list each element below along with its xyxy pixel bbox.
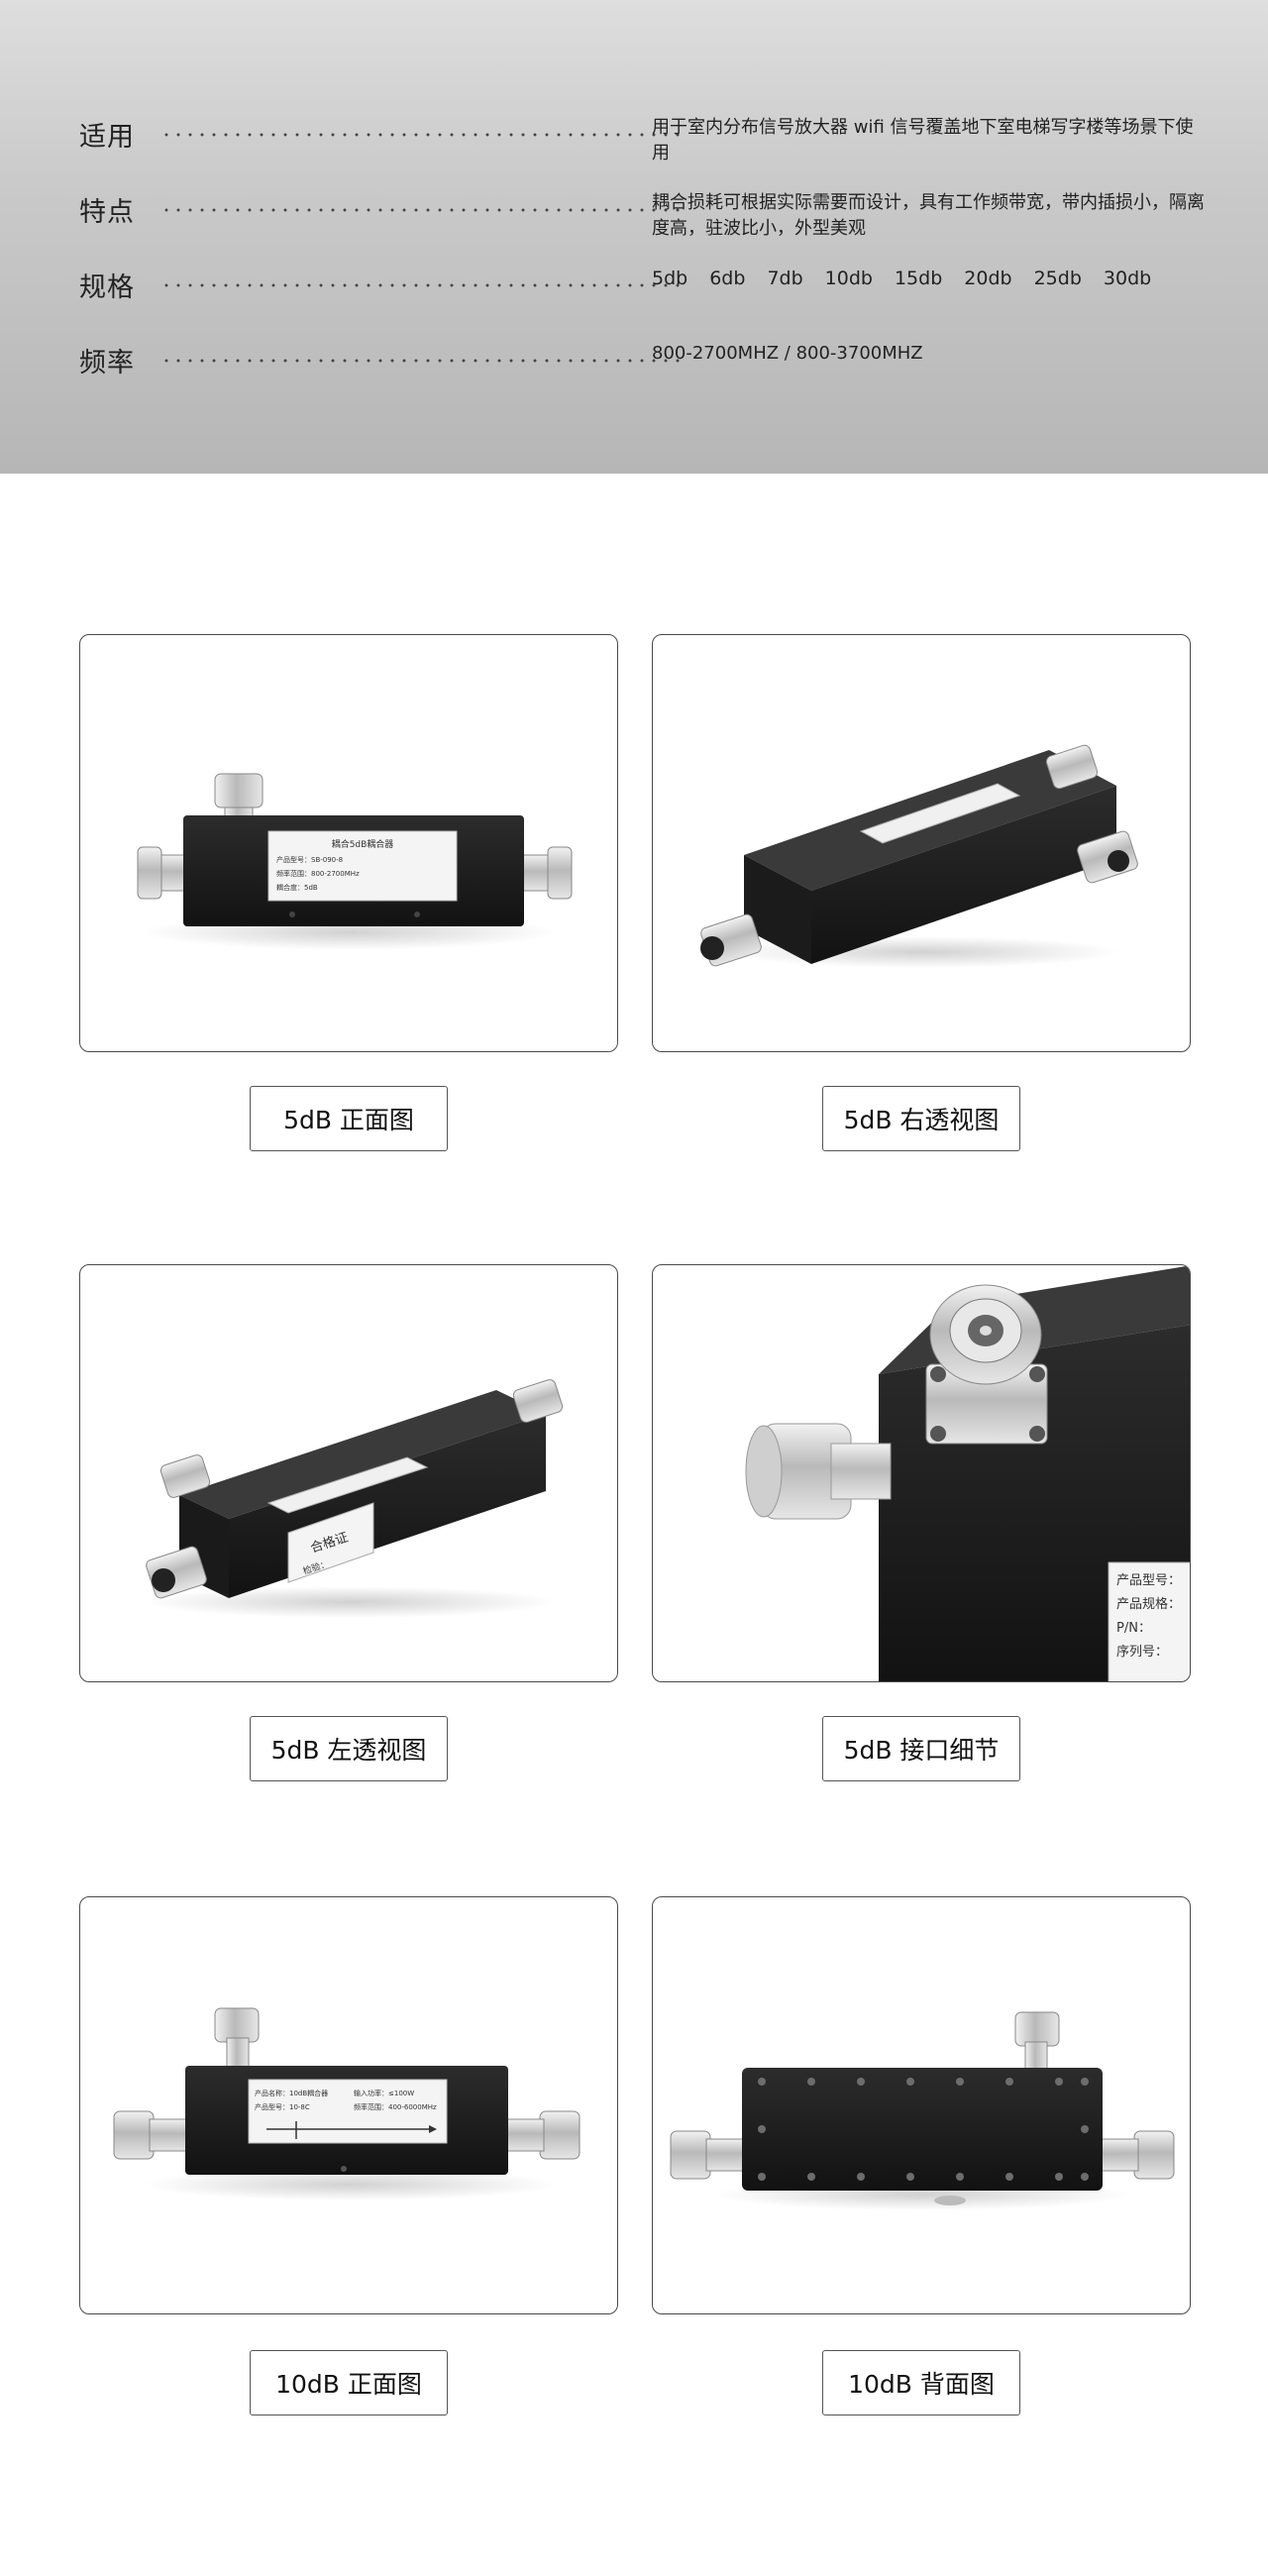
caption-5db-left: 5dB 左透视图 xyxy=(250,1716,448,1781)
spec-value: 用于室内分布信号放大器 wifi 信号覆盖地下室电梯写字楼等场景下使用 xyxy=(652,117,1194,163)
sticker-text: 频率范围：800-2700MHz xyxy=(276,869,360,878)
size-option: 10db xyxy=(824,268,873,289)
size-option: 30db xyxy=(1103,268,1152,289)
size-option: 5db xyxy=(652,268,688,289)
product-image-5db-left: 合格证 检验： xyxy=(79,1264,618,1682)
spec-label: 频率 xyxy=(79,348,135,378)
sticker-text: 耦合度：5dB xyxy=(276,883,318,892)
spec-value: 耦合损耗可根据实际需要而设计，具有工作频带宽，带内插损小，隔离度高，驻波比小，外… xyxy=(652,192,1205,239)
product-image-10db-front: 产品名称：10dB耦合器 输入功率：≤100W 产品型号：10-8C 频率范围：… xyxy=(79,1896,618,2314)
spec-value: 800-2700MHZ / 800-3700MHZ xyxy=(652,343,923,364)
coupler-10db-front-illustration: 产品名称：10dB耦合器 输入功率：≤100W 产品型号：10-8C 频率范围：… xyxy=(113,2007,581,2200)
product-image-10db-back xyxy=(652,1896,1191,2314)
sticker-text: 产品名称：10dB耦合器 xyxy=(255,2089,328,2097)
dotted-leader xyxy=(160,359,686,363)
sticker-text: 产品型号：10-8C xyxy=(255,2102,310,2111)
dotted-leader xyxy=(160,283,686,287)
spec-label: 特点 xyxy=(79,197,135,228)
caption-10db-back: 10dB 背面图 xyxy=(822,2350,1020,2415)
spec-label: 规格 xyxy=(79,272,135,303)
size-option: 25db xyxy=(1033,268,1082,289)
dotted-leader xyxy=(160,208,686,212)
size-option: 6db xyxy=(709,268,746,289)
sticker-text: P/N： xyxy=(1116,1621,1151,1636)
spec-header: 适用 用于室内分布信号放大器 wifi 信号覆盖地下室电梯写字楼等场景下使用 特… xyxy=(0,0,1268,474)
caption-5db-right: 5dB 右透视图 xyxy=(822,1086,1020,1151)
product-image-5db-right xyxy=(652,634,1191,1052)
dotted-leader xyxy=(160,133,686,137)
connector-detail-illustration: 产品型号： 产品规格： P/N： 序列号： xyxy=(745,1265,1190,1681)
product-image-5db-connector-detail: 产品型号： 产品规格： P/N： 序列号： xyxy=(652,1264,1191,1682)
sticker-text: 产品型号：SB-090-8 xyxy=(276,855,343,864)
sticker-text: 产品型号： xyxy=(1116,1573,1181,1588)
sticker-text: 耦合5dB耦合器 xyxy=(332,838,394,850)
size-option: 15db xyxy=(894,268,943,289)
spec-sizes: 5db 6db 7db 10db 15db 20db 25db 30db xyxy=(652,266,1207,292)
size-option: 20db xyxy=(964,268,1012,289)
spec-label: 适用 xyxy=(79,122,135,153)
sticker-text: 频率范围：400-6000MHz xyxy=(354,2102,437,2111)
product-image-5db-front: 耦合5dB耦合器 产品型号：SB-090-8 频率范围：800-2700MHz … xyxy=(79,634,618,1052)
coupler-front-illustration: 耦合5dB耦合器 产品型号：SB-090-8 频率范围：800-2700MHz … xyxy=(137,773,573,950)
sticker-text: 产品规格： xyxy=(1116,1596,1181,1612)
caption-10db-front: 10dB 正面图 xyxy=(250,2350,448,2415)
caption-5db-front: 5dB 正面图 xyxy=(250,1086,448,1151)
coupler-right-perspective-illustration xyxy=(700,744,1138,968)
coupler-left-perspective-illustration: 合格证 检验： xyxy=(142,1379,564,1618)
sticker-text: 序列号： xyxy=(1116,1645,1168,1660)
coupler-10db-back-illustration xyxy=(670,2011,1175,2210)
caption-5db-connector: 5dB 接口细节 xyxy=(822,1716,1020,1781)
size-option: 7db xyxy=(767,268,803,289)
sticker-text: 输入功率：≤100W xyxy=(354,2089,414,2097)
